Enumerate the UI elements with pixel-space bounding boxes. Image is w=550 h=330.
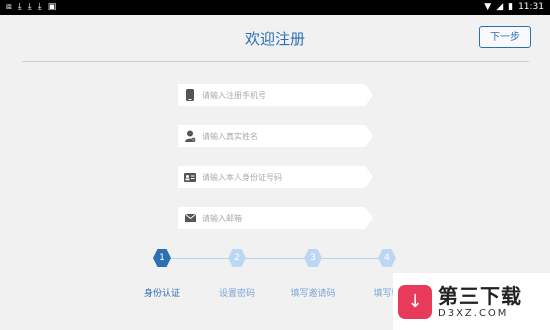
wifi-icon: ▼ (484, 2, 492, 12)
watermark-cn: 第三下载 (438, 283, 522, 308)
id-card-icon (184, 171, 196, 183)
name-input[interactable]: 请输入真实姓名 (178, 125, 373, 147)
download-icon: ⤓ (37, 2, 42, 12)
status-bar-system: ▼ ◢ ▮ 11:31 (484, 1, 544, 13)
status-time: 11:31 (518, 2, 544, 12)
name-placeholder: 请输入真实姓名 (202, 131, 258, 141)
watermark-logo-icon: ↓ (398, 284, 432, 319)
id-number-placeholder: 请输入本人身份证号码 (202, 172, 282, 182)
step-4-marker: 4 (378, 249, 396, 267)
id-number-input[interactable]: 请输入本人身份证号码 (178, 166, 373, 188)
steps-progress-line (162, 258, 387, 259)
step-2-marker: 2 (228, 249, 246, 267)
phone-icon (184, 89, 196, 101)
watermark-text: 第三下载 D3XZ.COM (438, 284, 522, 320)
battery-icon: ▮ (508, 2, 514, 12)
next-step-button[interactable]: 下一步 (479, 26, 531, 48)
step-2-label: 设置密码 (218, 289, 256, 299)
email-placeholder: 请输入邮箱 (202, 213, 242, 223)
user-icon (184, 130, 196, 142)
watermark: ↓ 第三下载 D3XZ.COM (393, 273, 550, 330)
step-1-marker: 1 (153, 249, 171, 267)
watermark-en: D3XZ.COM (438, 307, 509, 319)
phone-input[interactable]: 请输入注册手机号 (178, 84, 373, 106)
page-title: 欢迎注册 (244, 30, 305, 48)
image-icon: ▣ (47, 2, 57, 12)
mail-icon (184, 212, 196, 224)
phone-placeholder: 请输入注册手机号 (202, 90, 266, 100)
signal-icon: ◢ (496, 2, 504, 12)
status-bar-notifications: ⧈ ⤓ ⤓ ⤓ ▣ (6, 1, 56, 13)
step-1-label: 身份认证 (143, 289, 181, 299)
status-bar: ⧈ ⤓ ⤓ ⤓ ▣ ▼ ◢ ▮ 11:31 (0, 0, 550, 15)
step-3-label: 填写邀请码 (290, 289, 336, 299)
step-3-marker: 3 (304, 249, 322, 267)
download-icon: ⤓ (17, 2, 22, 12)
download-icon: ⤓ (27, 2, 32, 12)
app-icon: ⧈ (6, 2, 12, 12)
header-divider (22, 61, 529, 62)
email-input[interactable]: 请输入邮箱 (178, 207, 373, 229)
